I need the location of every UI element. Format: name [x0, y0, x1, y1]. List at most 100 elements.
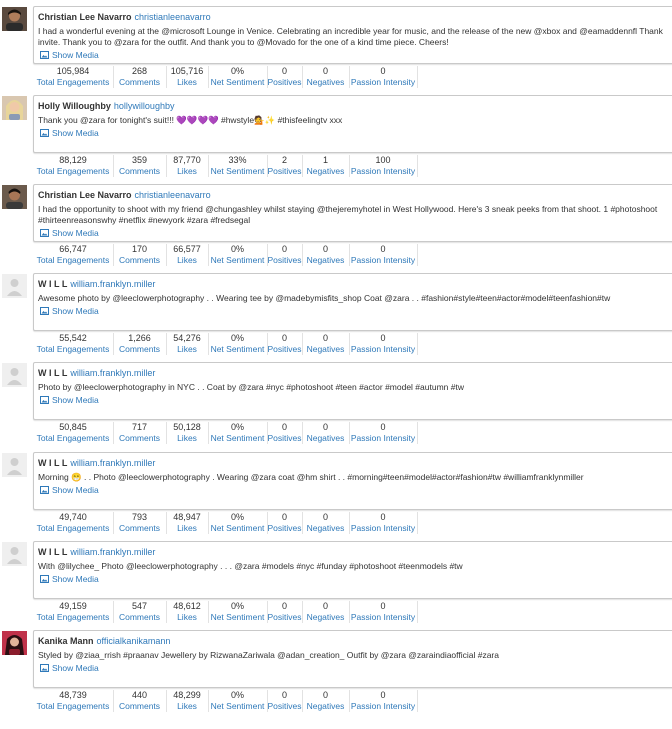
default-avatar-icon — [2, 453, 27, 477]
show-media-link[interactable]: Show Media — [40, 485, 99, 495]
stat-label-link[interactable]: Negatives — [302, 612, 349, 622]
stat-label-link[interactable]: Likes — [166, 612, 208, 622]
avatar[interactable] — [2, 363, 27, 387]
stat-label-link[interactable]: Total Engagements — [33, 701, 113, 711]
avatar[interactable] — [2, 185, 27, 209]
avatar[interactable] — [2, 631, 27, 655]
author-handle-link[interactable]: officialkanikamann — [97, 636, 171, 646]
stat-label-link[interactable]: Total Engagements — [33, 612, 113, 622]
show-media-link[interactable]: Show Media — [40, 128, 99, 138]
author-handle-link[interactable]: christianleenavarro — [135, 12, 211, 22]
author-name[interactable]: Christian Lee Navarro — [38, 12, 132, 22]
stat-label-link[interactable]: Net Sentiment — [208, 701, 267, 711]
stat-label-link[interactable]: Net Sentiment — [208, 77, 267, 87]
stat-label-link[interactable]: Likes — [166, 344, 208, 354]
stat-label-link[interactable]: Net Sentiment — [208, 523, 267, 533]
stat-label-link[interactable]: Positives — [267, 523, 302, 533]
show-media-link[interactable]: Show Media — [40, 663, 99, 673]
stat-label-link[interactable]: Negatives — [302, 77, 349, 87]
stat-label-link[interactable]: Total Engagements — [33, 433, 113, 443]
author-handle-link[interactable]: hollywilloughby — [114, 101, 175, 111]
stat-label-link[interactable]: Likes — [166, 255, 208, 265]
post-item: W I L Lwilliam.franklyn.miller Awesome ph… — [0, 267, 672, 356]
show-media-link[interactable]: Show Media — [40, 395, 99, 405]
author-name[interactable]: W I L L — [38, 279, 67, 289]
author-name[interactable]: Kanika Mann — [38, 636, 94, 646]
stat-label-link[interactable]: Net Sentiment — [208, 344, 267, 354]
stat-label-link[interactable]: Positives — [267, 344, 302, 354]
stat-label-link[interactable]: Total Engagements — [33, 255, 113, 265]
stat-passion-intensity: 100 Passion Intensity — [349, 155, 418, 177]
stat-label-link[interactable]: Comments — [113, 344, 166, 354]
stat-label-link[interactable]: Passion Intensity — [349, 612, 417, 622]
stat-label-link[interactable]: Total Engagements — [33, 77, 113, 87]
stat-label-link[interactable]: Negatives — [302, 433, 349, 443]
stat-label-link[interactable]: Passion Intensity — [349, 344, 417, 354]
stat-label-link[interactable]: Likes — [166, 77, 208, 87]
stat-label-link[interactable]: Passion Intensity — [349, 77, 417, 87]
stat-label-link[interactable]: Comments — [113, 701, 166, 711]
stat-label-link[interactable]: Negatives — [302, 166, 349, 176]
stat-label-link[interactable]: Positives — [267, 612, 302, 622]
stat-label-link[interactable]: Positives — [267, 433, 302, 443]
stat-label-link[interactable]: Comments — [113, 255, 166, 265]
stat-passion-intensity: 0 Passion Intensity — [349, 66, 418, 88]
author-handle-link[interactable]: christianleenavarro — [135, 190, 211, 200]
image-icon — [40, 128, 52, 138]
stat-likes: 66,577 Likes — [166, 244, 209, 266]
avatar[interactable] — [2, 96, 27, 120]
avatar[interactable] — [2, 7, 27, 31]
stat-label-link[interactable]: Total Engagements — [33, 166, 113, 176]
author-handle-link[interactable]: william.franklyn.miller — [70, 458, 155, 468]
avatar[interactable] — [2, 453, 27, 477]
stat-label-link[interactable]: Negatives — [302, 255, 349, 265]
stat-label-link[interactable]: Comments — [113, 612, 166, 622]
avatar[interactable] — [2, 274, 27, 298]
author-handle-link[interactable]: william.franklyn.miller — [70, 279, 155, 289]
stat-value: 0 — [281, 690, 287, 700]
stat-label-link[interactable]: Likes — [166, 166, 208, 176]
stat-label-link[interactable]: Comments — [113, 523, 166, 533]
stat-label-link[interactable]: Passion Intensity — [349, 166, 417, 176]
stat-label-link[interactable]: Passion Intensity — [349, 701, 417, 711]
stat-label-link[interactable]: Net Sentiment — [208, 255, 267, 265]
stat-label-link[interactable]: Comments — [113, 433, 166, 443]
stat-label-link[interactable]: Likes — [166, 433, 208, 443]
author-name[interactable]: Holly Willoughby — [38, 101, 111, 111]
stat-label-link[interactable]: Negatives — [302, 523, 349, 533]
stat-label-link[interactable]: Likes — [166, 701, 208, 711]
stat-label-link[interactable]: Comments — [113, 166, 166, 176]
stat-label-link[interactable]: Passion Intensity — [349, 433, 417, 443]
author-name[interactable]: W I L L — [38, 368, 67, 378]
stat-total-engagements: 49,159 Total Engagements — [33, 601, 114, 623]
stat-label-link[interactable]: Positives — [267, 701, 302, 711]
show-media-link[interactable]: Show Media — [40, 306, 99, 316]
stat-label-link[interactable]: Comments — [113, 77, 166, 87]
stat-label-link[interactable]: Passion Intensity — [349, 255, 417, 265]
stat-label-link[interactable]: Negatives — [302, 701, 349, 711]
post-item: W I L Lwilliam.franklyn.miller Morning 😁 … — [0, 446, 672, 535]
stat-label-link[interactable]: Passion Intensity — [349, 523, 417, 533]
author-name[interactable]: W I L L — [38, 458, 67, 468]
show-media-link[interactable]: Show Media — [40, 574, 99, 584]
stat-label-link[interactable]: Total Engagements — [33, 523, 113, 533]
show-media-link[interactable]: Show Media — [40, 50, 99, 60]
stat-value: 48,612 — [173, 601, 201, 611]
stat-label-link[interactable]: Likes — [166, 523, 208, 533]
stat-label-link[interactable]: Positives — [267, 77, 302, 87]
stat-label-link[interactable]: Net Sentiment — [208, 612, 267, 622]
author-name[interactable]: W I L L — [38, 547, 67, 557]
avatar[interactable] — [2, 542, 27, 566]
author-name[interactable]: Christian Lee Navarro — [38, 190, 132, 200]
stat-label-link[interactable]: Net Sentiment — [208, 433, 267, 443]
author-handle-link[interactable]: william.franklyn.miller — [70, 368, 155, 378]
stat-label-link[interactable]: Net Sentiment — [208, 166, 267, 176]
stat-label-link[interactable]: Negatives — [302, 344, 349, 354]
stat-label-link[interactable]: Positives — [267, 255, 302, 265]
show-media-link[interactable]: Show Media — [40, 228, 99, 238]
stat-positives: 0 Positives — [267, 244, 303, 266]
stat-label-link[interactable]: Total Engagements — [33, 344, 113, 354]
stat-label-link[interactable]: Positives — [267, 166, 302, 176]
author-handle-link[interactable]: william.franklyn.miller — [70, 547, 155, 557]
stat-value: 793 — [131, 512, 148, 522]
